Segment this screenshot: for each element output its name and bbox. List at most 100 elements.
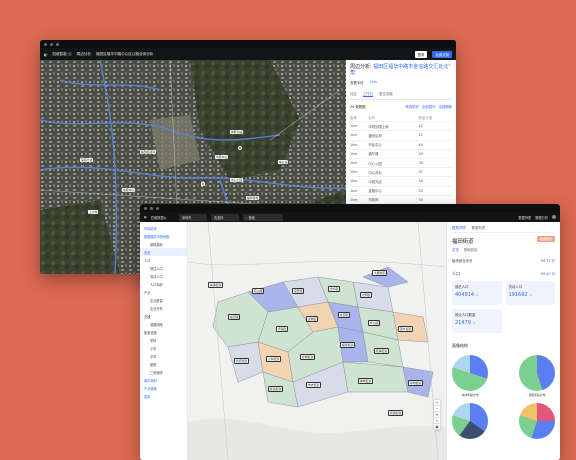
table-row[interactable]: 1km 市政府 34 [350, 195, 452, 205]
district-label[interactable]: 沙井街道 [266, 356, 282, 362]
window-dot[interactable] [44, 42, 47, 46]
logo-icon[interactable]: ◐ [144, 215, 147, 219]
table-row[interactable]: 1km 市民中心 40 [350, 140, 452, 150]
table-row[interactable]: 1km 中观光区 36 [350, 176, 452, 187]
district-label[interactable]: 布吉街道 [306, 382, 322, 388]
district-label[interactable]: 西乡街道 [398, 326, 414, 332]
district-label[interactable]: 宝安区 [292, 288, 305, 294]
sidebar-item[interactable]: 三甲医院 [140, 368, 187, 376]
pie-charts: 总体年龄分布 居民年龄分布 [452, 355, 555, 397]
sidebar-item[interactable]: 医院 [140, 360, 187, 368]
map-label[interactable]: 深南大道 [80, 158, 94, 162]
sidebar-item[interactable]: 总览 [140, 248, 187, 256]
district-label[interactable]: 福田区 [228, 314, 241, 320]
map-label[interactable]: 岗厦北站 [230, 130, 244, 134]
sidebar-item[interactable]: 市场检测 [140, 224, 187, 232]
delete-link[interactable]: 全部删除 [438, 104, 452, 109]
zoom-control-icon[interactable]: ▣ [434, 424, 440, 430]
tab-workday[interactable]: 工作日 [362, 91, 373, 97]
sidebar-item[interactable]: 配套设施 [140, 328, 187, 336]
map-label[interactable]: 福华新村 [246, 196, 260, 200]
sidebar-item[interactable]: 企业分布 [140, 304, 187, 312]
map-label[interactable]: 中心公园 [230, 178, 244, 182]
sidebar-item[interactable]: 产业 [140, 288, 187, 296]
radius-select[interactable]: 1km [370, 80, 377, 85]
tab-data-detail[interactable]: 数据详情 [452, 225, 466, 230]
district-label[interactable]: 葵涌街道 [208, 282, 224, 288]
nav-link-active[interactable]: 福田区福华中路中心区公路全体分析 [96, 52, 154, 57]
login-button[interactable]: 登录 [414, 50, 428, 58]
district-label[interactable]: 福永街道 [340, 342, 356, 348]
table-row[interactable]: 1km 中心公园 38 [350, 158, 452, 169]
sidebar-item[interactable]: 道路网络 [140, 320, 187, 328]
district-label[interactable]: 坪地街道 [408, 380, 424, 386]
district-label[interactable]: 松岗街道 [300, 354, 316, 360]
sidebar-item[interactable]: 流动人口 [140, 272, 187, 280]
district-label[interactable]: 南山区 [252, 288, 265, 294]
tab-community[interactable]: 社区 [350, 91, 357, 97]
district-label[interactable]: 新安街道 [234, 358, 250, 364]
window-dot[interactable] [156, 206, 159, 210]
sidebar-item[interactable]: 数据服务市场地图 [140, 232, 187, 240]
district-label[interactable]: 大鹏新区 [372, 270, 388, 276]
location-pin-icon[interactable] [201, 182, 205, 186]
type-select[interactable]: 请选择 [210, 213, 239, 221]
sidebar-item[interactable]: 学校 [140, 336, 187, 344]
sidebar-item[interactable]: 人口 [140, 256, 187, 264]
district-label[interactable]: 民治街道 [268, 386, 284, 392]
location-pin-icon[interactable] [238, 146, 242, 150]
sidebar-item[interactable]: 人口年龄 [140, 280, 187, 288]
table-row[interactable]: 1km 市规划国土局 42 [350, 121, 452, 132]
city-select[interactable]: 深圳市 [178, 213, 207, 221]
subtab-basic[interactable]: 基础信息 [464, 247, 478, 252]
district-label[interactable]: 坪山区 [368, 320, 381, 326]
close-icon[interactable]: ✕ [448, 63, 451, 67]
map-label[interactable]: 会展中心 [122, 188, 136, 192]
map-label[interactable]: 车公庙 [278, 160, 289, 164]
window-dot[interactable] [56, 42, 59, 46]
district-label[interactable]: 光明区 [360, 292, 373, 298]
sidebar-item[interactable]: 交通 [140, 312, 187, 320]
table-row[interactable]: 1km 福田区府 41 [350, 130, 452, 141]
sidebar-item[interactable]: 城市规划 [140, 376, 187, 384]
table-row[interactable]: 1km 中心商业 37 [350, 167, 452, 178]
search-input[interactable]: ⌕ 搜索 [242, 213, 283, 221]
sidebar-item[interactable]: 产业链路 [140, 384, 187, 392]
district-label[interactable]: 龙华区 [328, 286, 341, 292]
district-label[interactable]: 横岗街道 [358, 378, 374, 384]
data-analysis-link[interactable]: 数据分析 [535, 215, 548, 220]
table-row[interactable]: 1km 福华路 39 [350, 149, 452, 159]
map-label[interactable]: 市民中心 [215, 155, 229, 159]
subtab-overview[interactable]: 总览 [452, 247, 459, 252]
district-label[interactable]: 盐田区 [338, 312, 351, 318]
trial-button[interactable]: 免费试用 [432, 50, 452, 58]
table-cell: 福华路 [368, 149, 419, 159]
nav-link[interactable]: 周边分析 [77, 52, 91, 57]
map-label[interactable]: 福田区政府 [140, 150, 156, 154]
sidebar-item[interactable]: 基础指标 [140, 240, 187, 248]
user-avatar[interactable] [552, 215, 556, 219]
tab-data-list[interactable]: 数据列表 [472, 225, 486, 230]
tab-facilities[interactable]: 居住设施 [379, 91, 393, 97]
district-label[interactable]: 罗湖区 [276, 326, 289, 332]
filter-link[interactable]: 筛选条件 [405, 104, 419, 109]
sidebar-item[interactable]: 企业数量 [140, 296, 187, 304]
sidebar-item[interactable]: 常住人口 [140, 264, 187, 272]
sidebar-item[interactable]: 招商 [140, 392, 187, 400]
district-label[interactable]: 南澳街道 [388, 410, 404, 416]
district-map[interactable]: 福田区 南山区罗湖区 宝安区龙岗区 龙华区盐田区 光明区坪山区 大鹏新区西乡街道新安街道 沙… [188, 222, 446, 460]
expand-link[interactable]: 全部展开 [422, 104, 436, 109]
window-dot[interactable] [144, 206, 147, 210]
sidebar-item[interactable]: 中学 [140, 352, 187, 360]
district-label[interactable]: 龙岗区 [306, 316, 319, 322]
window-dot[interactable] [50, 42, 53, 46]
data-list-link[interactable]: 数据列表 [519, 215, 532, 220]
table-cell: 36 [418, 176, 452, 187]
logo-icon[interactable]: ◐ [44, 52, 48, 57]
map-label[interactable]: 上沙村 [88, 210, 99, 214]
table-row[interactable]: 1km 金融中心 35 [350, 186, 452, 196]
report-button[interactable]: 数据报告 [536, 236, 555, 242]
window-dot[interactable] [150, 206, 153, 210]
sidebar-item[interactable]: 小学 [140, 344, 187, 352]
district-label[interactable]: 观澜街道 [374, 348, 390, 354]
